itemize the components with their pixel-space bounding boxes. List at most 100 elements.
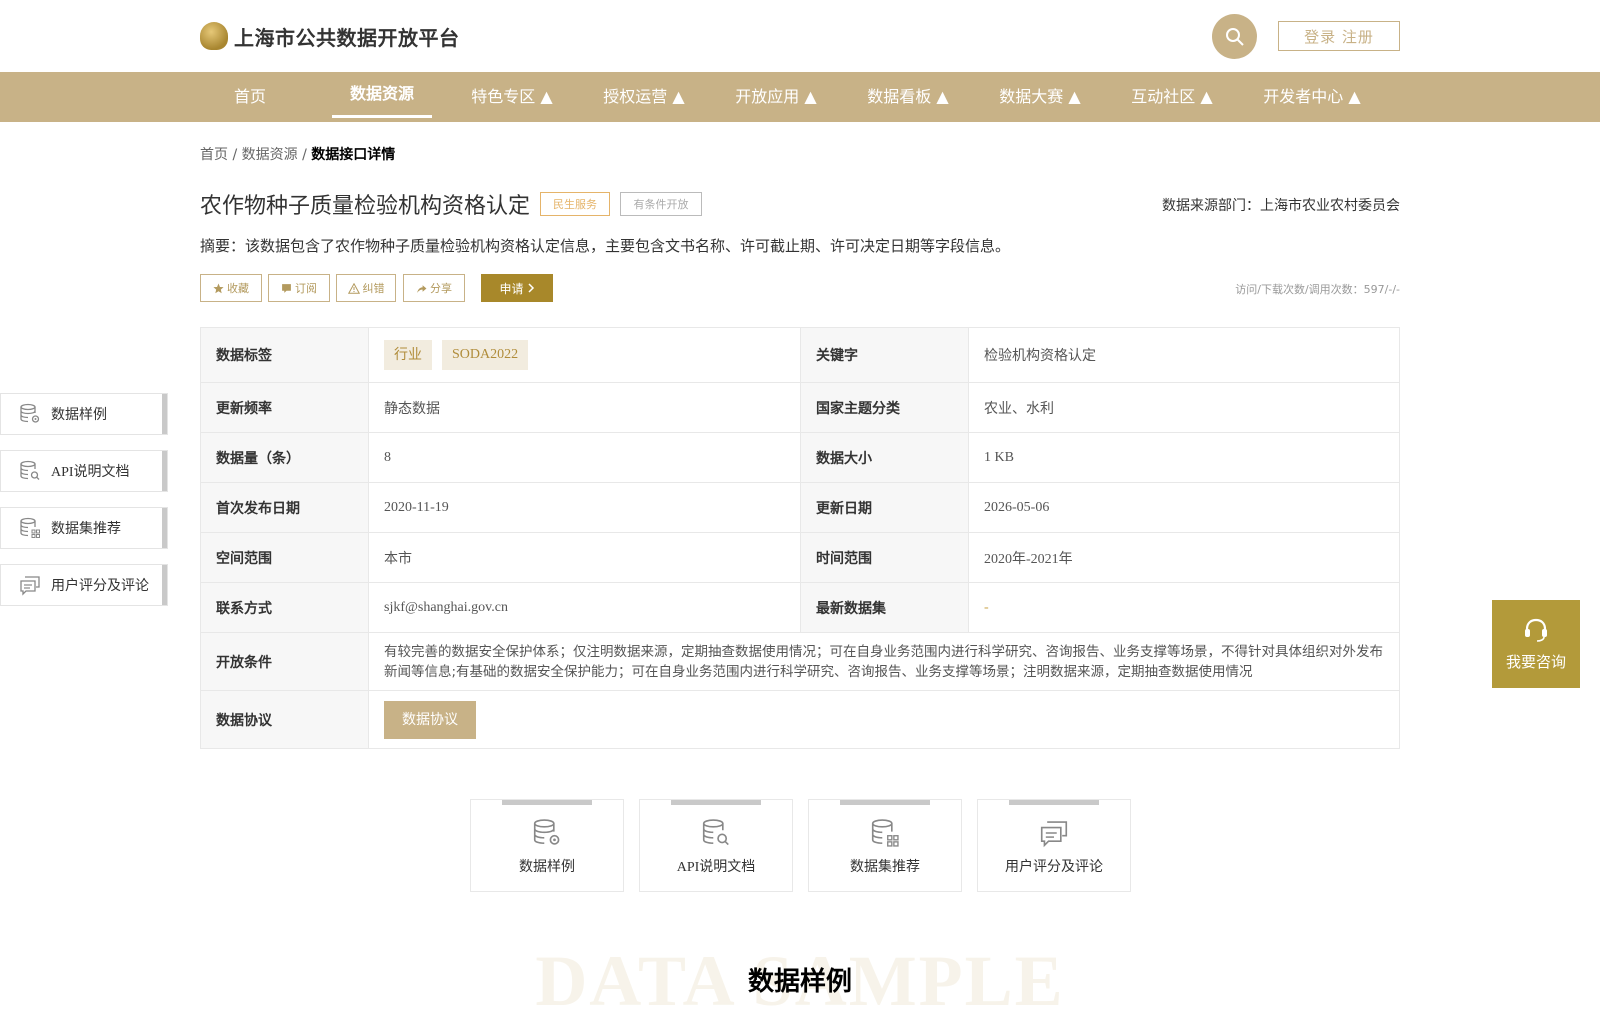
favorite-label: 收藏 (227, 282, 249, 295)
comment-icon (1040, 821, 1068, 848)
update-date-value: 2026-05-06 (984, 499, 1050, 515)
side-nav-dataset-recommend[interactable]: 数据集推荐 (0, 507, 168, 549)
tag-chip[interactable]: SODA2022 (442, 340, 529, 370)
correct-button[interactable]: 纠错 (336, 274, 396, 302)
nav-item-authorized-operation[interactable]: 授权运营 ▲ (594, 72, 694, 122)
card-label: API说明文档 (676, 860, 756, 875)
tags-label: 数据标签 (201, 328, 369, 382)
card-accent-bar (671, 800, 761, 805)
database-search-icon (20, 460, 40, 480)
tags-cell: 行业 SODA2022 (369, 328, 801, 382)
size-label: 数据大小 (801, 433, 969, 482)
condition-label: 开放条件 (201, 633, 369, 690)
side-nav-data-sample[interactable]: 数据样例 (0, 393, 168, 435)
breadcrumb-resources[interactable]: 数据资源 (242, 147, 298, 163)
breadcrumb-separator: / (302, 147, 307, 163)
nav-item-developer-center[interactable]: 开发者中心 ▲ (1254, 72, 1370, 122)
side-nav-label: 用户评分及评论 (51, 578, 149, 594)
breadcrumb-home[interactable]: 首页 (200, 147, 228, 163)
freq-label: 更新频率 (201, 383, 369, 432)
page-title: 农作物种子质量检验机构资格认定 (200, 194, 531, 219)
contact-value[interactable]: sjkf@shanghai.gov.cn (369, 583, 801, 632)
tag-chip[interactable]: 行业 (384, 340, 432, 370)
table-row: 数据标签 行业 SODA2022 关键字 检验机构资格认定 (201, 328, 1399, 383)
card-label: 数据样例 (519, 859, 575, 875)
logo[interactable]: 上海市公共数据开放平台 (200, 20, 460, 52)
card-accent-bar (1009, 800, 1099, 805)
side-nav-label: 数据集推荐 (51, 521, 121, 537)
search-icon (1225, 27, 1244, 46)
freq-value: 静态数据 (369, 383, 801, 432)
table-row: 更新频率 静态数据 国家主题分类 农业、水利 (201, 383, 1399, 433)
table-row: 数据量（条） 8 数据大小 1 KB (201, 433, 1399, 483)
count-value: 8 (369, 433, 801, 482)
bookmark-icon (282, 283, 291, 293)
login-register-button[interactable]: 登录 注册 (1278, 21, 1400, 51)
card-label: 数据集推荐 (850, 859, 920, 875)
table-row: 联系方式 sjkf@shanghai.gov.cn 最新数据集 - (201, 583, 1399, 633)
warning-icon (347, 282, 360, 294)
card-accent-bar (840, 800, 930, 805)
data-protocol-button[interactable]: 数据协议 (384, 700, 476, 739)
database-gear-icon (533, 819, 560, 845)
card-rating-comments[interactable]: 用户评分及评论 (977, 799, 1131, 892)
share-label: 分享 (430, 282, 452, 295)
subscribe-label: 订阅 (295, 282, 317, 295)
star-icon (213, 283, 224, 293)
open-type-tag: 有条件开放 (620, 192, 702, 216)
database-gear-icon (20, 403, 40, 423)
card-accent-bar (502, 800, 592, 805)
database-grid-icon (871, 819, 899, 847)
source-department: 数据来源部门：上海市农业农村委员会 (1162, 198, 1400, 214)
side-nav-label: 数据样例 (51, 407, 107, 423)
database-grid-icon (20, 517, 40, 538)
protocol-label: 数据协议 (201, 691, 369, 748)
comment-icon (20, 576, 40, 596)
side-nav-label: API说明文档 (51, 465, 130, 480)
breadcrumb-separator: / (232, 147, 238, 163)
card-dataset-recommend[interactable]: 数据集推荐 (808, 799, 962, 892)
summary-text: 摘要：该数据包含了农作物种子质量检验机构资格认定信息，主要包含文书名称、许可截止… (200, 237, 1011, 255)
headset-icon (1525, 618, 1547, 642)
table-row: 数据协议 数据协议 (201, 691, 1399, 749)
breadcrumb-current: 数据接口详情 (311, 147, 396, 163)
update-date-label: 更新日期 (801, 483, 969, 532)
first-publish-label: 首次发布日期 (201, 483, 369, 532)
apply-button[interactable]: 申请 (481, 274, 553, 302)
keyword-label: 关键字 (801, 328, 969, 382)
nav-item-data-resources[interactable]: 数据资源 (332, 72, 432, 122)
count-label: 数据量（条） (201, 433, 369, 482)
card-data-sample[interactable]: 数据样例 (470, 799, 624, 892)
chevron-right-icon (527, 283, 534, 293)
favorite-button[interactable]: 收藏 (200, 274, 262, 302)
nav-item-data-board[interactable]: 数据看板 ▲ (858, 72, 958, 122)
search-button[interactable] (1212, 14, 1257, 59)
nav-item-open-apps[interactable]: 开放应用 ▲ (726, 72, 826, 122)
latest-dataset-value[interactable]: - (969, 583, 1399, 632)
consult-button[interactable]: 我要咨询 (1492, 600, 1580, 688)
time-label: 时间范围 (801, 533, 969, 582)
correct-label: 纠错 (362, 282, 385, 295)
database-search-icon (702, 819, 729, 846)
main-nav: 首页 数据资源 特色专区 ▲ 授权运营 ▲ 开放应用 ▲ 数据看板 ▲ 数据大赛… (0, 72, 1600, 122)
logo-text: 上海市公共数据开放平台 (234, 25, 460, 50)
nav-item-home[interactable]: 首页 (218, 72, 282, 122)
latest-label: 最新数据集 (801, 583, 969, 632)
theme-label: 国家主题分类 (801, 383, 969, 432)
section-title: 数据样例 (747, 967, 852, 997)
share-icon (417, 284, 427, 293)
nav-item-data-contest[interactable]: 数据大赛 ▲ (990, 72, 1090, 122)
nav-item-special-zone[interactable]: 特色专区 ▲ (462, 72, 562, 122)
theme-value: 农业、水利 (984, 400, 1054, 417)
nav-item-community[interactable]: 互动社区 ▲ (1122, 72, 1222, 122)
side-nav-rating-comments[interactable]: 用户评分及评论 (0, 564, 168, 606)
subscribe-button[interactable]: 订阅 (268, 274, 330, 302)
card-label: 用户评分及评论 (1005, 859, 1103, 875)
apply-label: 申请 (499, 281, 524, 296)
header: 上海市公共数据开放平台 登录 注册 (0, 0, 1600, 72)
table-row: 开放条件 有较完善的数据安全保护体系；仅注明数据来源，定期抽查数据使用情况；可在… (201, 633, 1399, 691)
card-api-doc[interactable]: API说明文档 (639, 799, 793, 892)
share-button[interactable]: 分享 (403, 274, 465, 302)
space-value: 本市 (369, 533, 801, 582)
side-nav-api-doc[interactable]: API说明文档 (0, 450, 168, 492)
